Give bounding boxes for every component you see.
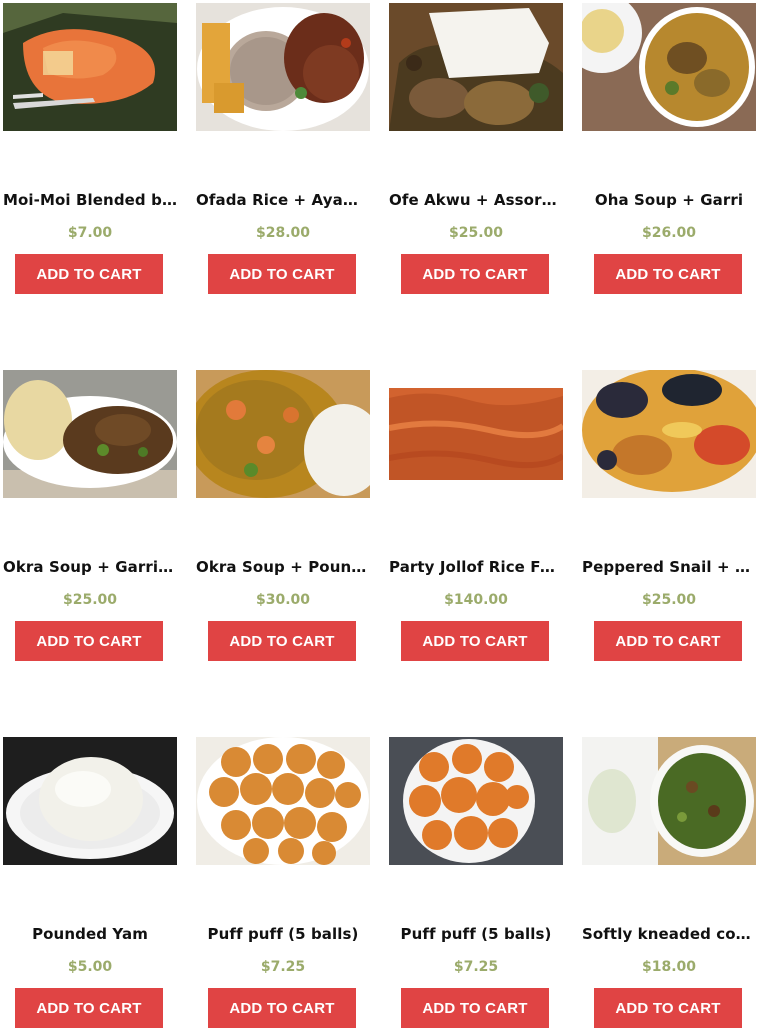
add-to-cart-button[interactable]: ADD TO CART [15, 988, 163, 1028]
product-image-ofada-rice[interactable] [196, 3, 370, 131]
product-price: $26.00 [641, 225, 697, 241]
add-to-cart-button[interactable]: ADD TO CART [594, 254, 742, 294]
product-image-jollof-rice[interactable] [389, 388, 563, 480]
add-to-cart-button[interactable]: ADD TO CART [208, 988, 356, 1028]
product-image-puff-puff[interactable] [196, 737, 370, 865]
product-title[interactable]: Party Jollof Rice Full... [389, 558, 563, 576]
product-title[interactable]: Puff puff (5 balls) [389, 925, 563, 943]
add-to-cart-button[interactable]: ADD TO CART [401, 254, 549, 294]
product-price: $28.00 [255, 225, 311, 241]
add-to-cart-button[interactable]: ADD TO CART [15, 621, 163, 661]
product-price: $25.00 [62, 592, 118, 608]
product-price: $5.00 [67, 959, 113, 975]
add-to-cart-button[interactable]: ADD TO CART [208, 254, 356, 294]
add-to-cart-button[interactable]: ADD TO CART [15, 254, 163, 294]
product-title[interactable]: Ofe Akwu + Assorte... [389, 191, 563, 209]
add-to-cart-button[interactable]: ADD TO CART [401, 621, 549, 661]
product-title[interactable]: Puff puff (5 balls) [196, 925, 370, 943]
add-to-cart-button[interactable]: ADD TO CART [208, 621, 356, 661]
product-title[interactable]: Pounded Yam [3, 925, 177, 943]
product-price: $140.00 [444, 592, 508, 608]
product-price: $7.25 [453, 959, 499, 975]
product-price: $30.00 [255, 592, 311, 608]
product-image-moi-moi[interactable] [3, 3, 177, 131]
product-image-corn-fufu[interactable] [582, 737, 756, 865]
product-title[interactable]: Okra Soup + Pound... [196, 558, 370, 576]
product-title[interactable]: Oha Soup + Garri [582, 191, 756, 209]
product-image-puff-puff-bowl[interactable] [389, 737, 563, 865]
product-image-pounded-yam[interactable] [3, 737, 177, 865]
product-price: $25.00 [641, 592, 697, 608]
product-price: $18.00 [641, 959, 697, 975]
product-grid: Moi-Moi Blended be... $7.00 ADD TO CART … [0, 0, 762, 1036]
add-to-cart-button[interactable]: ADD TO CART [594, 621, 742, 661]
product-image-ofe-akwu[interactable] [389, 3, 563, 131]
add-to-cart-button[interactable]: ADD TO CART [594, 988, 742, 1028]
product-image-okra-garri[interactable] [3, 370, 177, 498]
product-title[interactable]: Moi-Moi Blended be... [3, 191, 177, 209]
product-image-peppered-snail[interactable] [582, 370, 756, 498]
product-price: $7.25 [260, 959, 306, 975]
product-title[interactable]: Peppered Snail + Un... [582, 558, 756, 576]
product-image-oha-soup[interactable] [582, 3, 756, 131]
product-title[interactable]: Softly kneaded corn... [582, 925, 756, 943]
product-image-okra-pounded[interactable] [196, 370, 370, 498]
product-title[interactable]: Ofada Rice + Ayama... [196, 191, 370, 209]
product-price: $7.00 [67, 225, 113, 241]
product-title[interactable]: Okra Soup + Garri + ... [3, 558, 177, 576]
product-price: $25.00 [448, 225, 504, 241]
add-to-cart-button[interactable]: ADD TO CART [401, 988, 549, 1028]
